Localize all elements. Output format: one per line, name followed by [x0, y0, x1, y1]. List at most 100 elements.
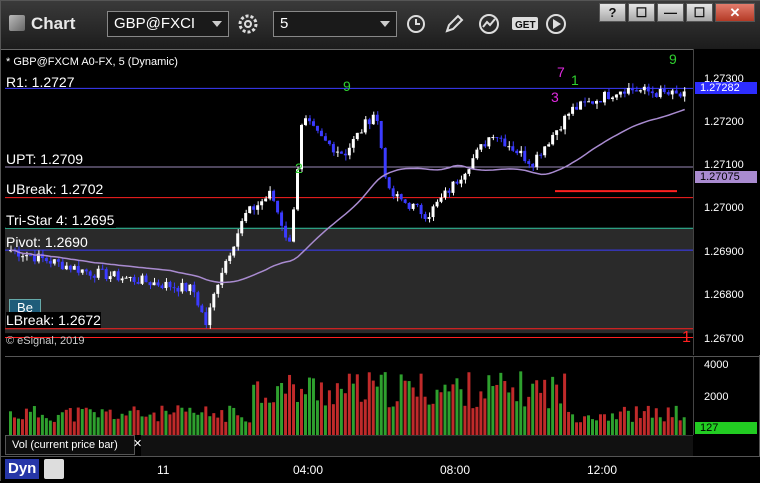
volume-axis: 4000 2000 127 — [693, 356, 760, 435]
candle-body — [674, 90, 678, 94]
candle-body — [591, 101, 594, 104]
volume-bar — [323, 405, 327, 435]
close-button[interactable]: ✕ — [715, 3, 755, 22]
study-icon[interactable] — [475, 11, 505, 37]
symbol-combobox[interactable]: GBP@FXCI — [107, 11, 229, 37]
price-axis[interactable]: 1.27300 1.27200 1.27100 1.27000 1.26900 … — [693, 49, 760, 355]
volume-bar — [463, 405, 467, 435]
volume-bar — [108, 409, 112, 435]
symbol-value: GBP@FXCI — [114, 15, 196, 32]
volume-bar — [351, 383, 355, 435]
candle-body — [614, 94, 618, 98]
candle-body — [527, 161, 531, 164]
chart-scrollbar[interactable] — [141, 435, 693, 456]
volume-bar — [84, 407, 88, 435]
candle-body — [387, 177, 391, 189]
volume-bar — [575, 422, 579, 435]
toolbar: Chart GBP@FXCI 5 GET ? ☐ — ☐ ✕ — [1, 1, 760, 50]
candle-body — [407, 202, 411, 209]
volume-bar — [68, 408, 72, 435]
candle-body — [232, 246, 236, 256]
clock-icon[interactable] — [401, 11, 431, 37]
candle-body — [575, 106, 579, 110]
candle-body — [467, 169, 471, 174]
candle-body — [264, 198, 268, 202]
candle-body — [192, 284, 196, 293]
volume-bar — [212, 413, 216, 435]
volume-bar — [391, 406, 395, 435]
sequence-label: 7 — [557, 64, 565, 80]
candle-body — [602, 91, 606, 103]
candle-body — [224, 261, 228, 273]
volume-bar — [343, 393, 347, 435]
price-tick: 1.27000 — [704, 202, 744, 214]
candle-body — [435, 201, 439, 207]
candle-body — [523, 150, 527, 162]
candle-body — [594, 101, 598, 104]
play-icon[interactable] — [541, 11, 571, 37]
volume-bar — [136, 410, 140, 435]
volume-bar — [407, 381, 411, 435]
candle-body — [204, 312, 208, 326]
chevron-down-icon[interactable] — [380, 21, 390, 27]
candle-body — [216, 284, 220, 294]
volume-bar — [622, 406, 626, 435]
volume-bar — [427, 404, 431, 435]
candle-body — [371, 114, 375, 125]
candle-body — [112, 271, 116, 277]
volume-bar — [144, 416, 148, 435]
candle-body — [108, 276, 112, 280]
volume-bar — [511, 387, 515, 435]
volume-bar — [152, 412, 156, 435]
candle-body — [76, 266, 80, 273]
candle-body — [515, 150, 519, 154]
candle-body — [68, 265, 72, 270]
time-tick: 04:00 — [293, 463, 324, 477]
help-button[interactable]: ? — [599, 3, 626, 22]
restore-button[interactable]: ☐ — [628, 3, 655, 22]
volume-bar — [180, 407, 184, 435]
dynamic-mode-button[interactable]: Dyn — [5, 459, 39, 479]
volume-bar — [535, 380, 539, 435]
volume-bar — [296, 401, 300, 435]
gear-icon[interactable] — [233, 11, 263, 37]
volume-bar — [543, 379, 547, 435]
volume-bar — [551, 376, 555, 435]
volume-chart[interactable] — [5, 356, 693, 435]
candle-body — [391, 188, 395, 197]
volume-bar — [403, 380, 407, 435]
volume-bar — [307, 377, 311, 435]
volume-bar — [228, 405, 232, 435]
get-icon[interactable]: GET — [509, 11, 543, 37]
volume-study-label[interactable]: Vol (current price bar) — [5, 435, 135, 455]
level-label-tristar: Tri-Star 4: 1.2695 — [6, 212, 117, 228]
interval-combobox[interactable]: 5 — [273, 11, 397, 37]
minimize-button[interactable]: — — [657, 3, 684, 22]
level-label-r1: R1: 1.2727 — [6, 74, 75, 90]
volume-bar — [439, 392, 443, 435]
volume-bar — [88, 409, 92, 435]
candle-body — [48, 261, 52, 264]
price-chart[interactable]: 1973192 — [5, 49, 693, 355]
current-price-tag: 1.27282 — [695, 82, 757, 94]
link-icon[interactable] — [44, 459, 64, 479]
candle-body — [630, 87, 634, 91]
volume-bar — [24, 408, 28, 435]
sequence-label: 3 — [551, 89, 559, 105]
candle-body — [172, 287, 176, 289]
volume-bar — [232, 407, 236, 435]
maximize-button[interactable]: ☐ — [686, 3, 713, 22]
pencil-icon[interactable] — [439, 11, 469, 37]
window-title: Chart — [31, 14, 76, 33]
volume-bar — [48, 420, 52, 435]
volume-bar — [339, 388, 343, 435]
chevron-down-icon[interactable] — [212, 21, 222, 27]
volume-bar — [455, 378, 459, 435]
level-label-ubreak: UBreak: 1.2702 — [6, 181, 104, 197]
time-axis[interactable] — [1, 456, 760, 483]
volume-bar — [319, 382, 323, 435]
volume-bar — [280, 382, 284, 435]
volume-bar — [579, 422, 583, 435]
volume-bar — [654, 408, 658, 435]
volume-bar — [610, 413, 614, 435]
